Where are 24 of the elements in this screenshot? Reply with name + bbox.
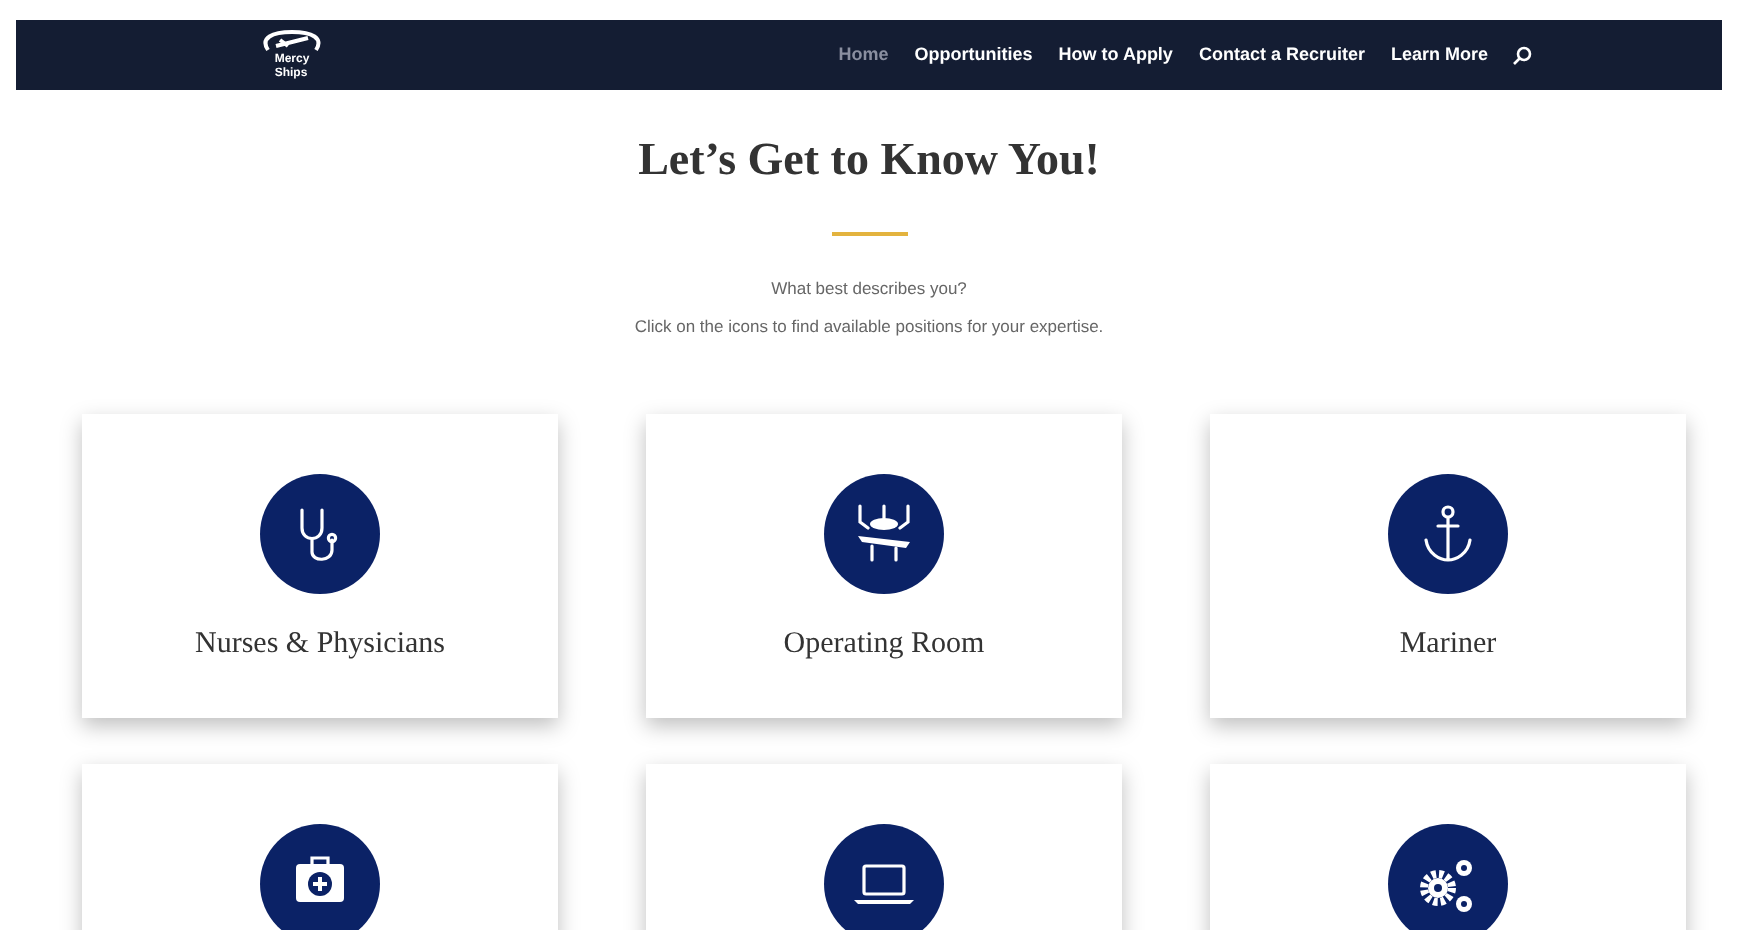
intro-text: What best describes you?: [771, 275, 967, 301]
nav-link[interactable]: Learn More: [1390, 41, 1488, 69]
nav-link[interactable]: How to Apply: [1058, 41, 1173, 69]
laptop-icon: [824, 824, 944, 930]
intro-text: Click on the icons to find available positions for your expertise.: [634, 314, 1104, 340]
anchor-icon: [1388, 474, 1508, 594]
category-card[interactable]: [646, 764, 1122, 930]
card-title: Nurses & Physicians: [195, 626, 445, 664]
category-card[interactable]: Mariner: [1210, 414, 1686, 718]
card-title: Operating Room: [783, 626, 985, 664]
category-card[interactable]: [82, 764, 558, 930]
first-aid-kit-icon: [260, 824, 380, 930]
search-icon[interactable]: [1512, 45, 1532, 65]
page-heading: Let’s Get to Know You!: [638, 132, 1100, 188]
nav-link[interactable]: Contact a Recruiter: [1198, 41, 1365, 69]
category-card[interactable]: [1210, 764, 1686, 930]
card-title: Mariner: [1399, 626, 1497, 664]
nav-link[interactable]: Opportunities: [914, 41, 1033, 69]
operating-table-icon: [824, 474, 944, 594]
stethoscope-icon: [260, 474, 380, 594]
nav-link[interactable]: Home: [838, 41, 889, 69]
divider-accent: [831, 231, 907, 235]
category-card[interactable]: Nurses & Physicians: [82, 414, 558, 718]
category-card[interactable]: Operating Room: [646, 414, 1122, 718]
